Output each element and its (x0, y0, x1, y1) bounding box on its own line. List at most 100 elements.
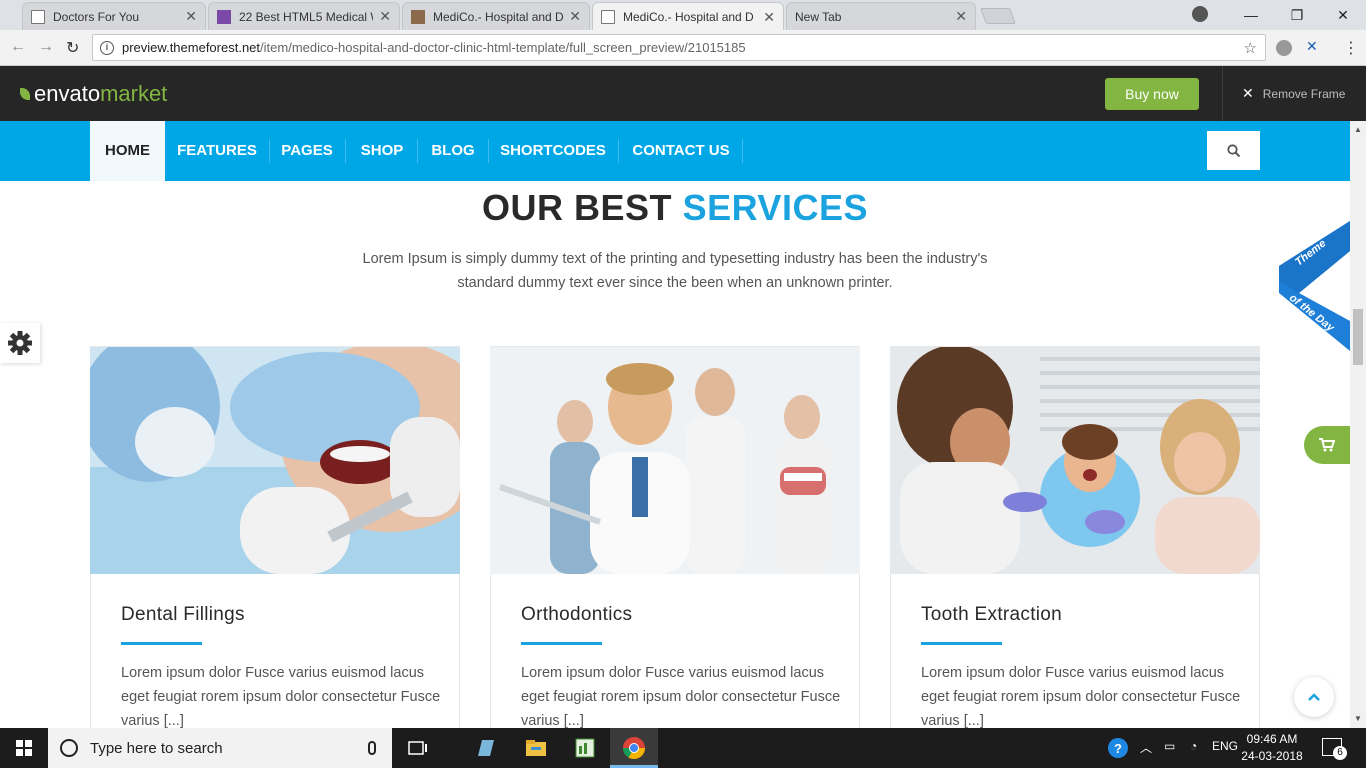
scroll-up-arrow-icon[interactable]: ▲ (1354, 125, 1362, 134)
nav-separator (269, 139, 270, 163)
start-button[interactable] (0, 728, 48, 768)
cart-button[interactable] (1304, 426, 1350, 464)
help-icon[interactable]: ? (1104, 734, 1132, 762)
restore-icon[interactable]: ❐ (1274, 0, 1320, 30)
tab-title: 22 Best HTML5 Medical W (239, 9, 374, 24)
back-arrow-icon[interactable]: ← (10, 38, 26, 56)
nav-shortcodes[interactable]: SHORTCODES (490, 121, 616, 181)
tab-close-icon[interactable]: ✕ (185, 8, 197, 25)
title-underline (121, 642, 202, 645)
taskbar-search-input[interactable]: Type here to search (48, 728, 392, 768)
tab-close-icon[interactable]: ✕ (569, 8, 581, 25)
cortana-icon (60, 739, 78, 757)
scroll-down-arrow-icon[interactable]: ▼ (1354, 714, 1362, 723)
site-viewport: HOME FEATURES PAGES SHOP BLOG SHORTCODES… (0, 121, 1350, 728)
chrome-icon (623, 737, 645, 759)
clock-date: 24-03-2018 (1241, 749, 1303, 763)
browser-tab-3[interactable]: MediCo.- Hospital and D ✕ (402, 2, 590, 30)
page-scrollbar[interactable]: ▲ ▼ (1350, 121, 1366, 728)
nav-shop[interactable]: SHOP (347, 121, 417, 181)
new-tab-button[interactable] (980, 8, 1016, 24)
svg-text:?: ? (1114, 741, 1122, 756)
chrome-menu-icon[interactable]: ⋮ (1343, 38, 1359, 58)
browser-tab-2[interactable]: 22 Best HTML5 Medical W ✕ (208, 2, 400, 30)
section-subtitle: Lorem Ipsum is simply dummy text of the … (362, 251, 988, 291)
gear-icon (8, 331, 32, 355)
section-title-dark: OUR BEST (482, 187, 673, 228)
service-description: Lorem ipsum dolor Fusce varius euismod l… (921, 665, 1241, 728)
section-title: OUR BEST SERVICES (0, 187, 1350, 229)
page-icon (31, 9, 45, 24)
chrome-taskbar-item-active[interactable] (610, 728, 658, 768)
extension-icon[interactable]: ✕ (1306, 38, 1318, 55)
notification-count-badge: 6 (1333, 746, 1347, 760)
service-title[interactable]: Tooth Extraction (921, 604, 1062, 626)
envato-bar: envato market Buy now ✕ Remove Frame (0, 66, 1366, 121)
microphone-icon[interactable] (368, 741, 376, 755)
child-dentist-photo (890, 347, 1260, 574)
reload-icon[interactable]: ↻ (66, 38, 79, 58)
service-title[interactable]: Dental Fillings (121, 604, 245, 626)
wifi-icon[interactable]: ◔ (1190, 739, 1197, 753)
nav-pages[interactable]: PAGES (271, 121, 343, 181)
site-search-button[interactable] (1207, 131, 1260, 170)
profile-icon[interactable] (1192, 6, 1208, 22)
window-close-icon[interactable]: ✕ (1320, 0, 1366, 30)
title-underline (521, 642, 602, 645)
style-switcher-button[interactable] (0, 323, 40, 363)
medical-team-photo (490, 347, 860, 574)
nav-home[interactable]: HOME (90, 121, 165, 181)
nav-features[interactable]: FEATURES (167, 121, 267, 181)
shopping-cart-icon (1319, 438, 1335, 452)
chevron-up-icon (1308, 693, 1320, 701)
envato-logo[interactable]: envato market (20, 81, 167, 107)
search-placeholder: Type here to search (90, 739, 223, 757)
app-icon[interactable] (472, 734, 500, 762)
service-title[interactable]: Orthodontics (521, 604, 632, 626)
colorlib-icon (217, 9, 231, 24)
nav-separator (742, 139, 743, 163)
browser-tab-1[interactable]: Doctors For You ✕ (22, 2, 206, 30)
extension-icon[interactable] (1276, 40, 1292, 56)
chevron-up-icon[interactable]: ︿ (1140, 739, 1152, 756)
nav-separator (488, 139, 489, 163)
language-indicator[interactable]: ENG (1212, 739, 1238, 753)
info-icon[interactable]: i (100, 40, 114, 55)
service-card-orthodontics[interactable]: Orthodontics Lorem ipsum dolor Fusce var… (490, 346, 860, 728)
service-card-tooth-extraction[interactable]: Tooth Extraction Lorem ipsum dolor Fusce… (890, 346, 1260, 728)
notepad-app-icon[interactable] (571, 734, 599, 762)
buy-now-button[interactable]: Buy now (1105, 78, 1199, 110)
back-to-top-button[interactable] (1294, 677, 1334, 717)
windows-taskbar: Type here to search ? ︿ ▭ ◔ ENG 09:46 AM… (0, 728, 1366, 768)
task-view-icon[interactable] (404, 734, 432, 762)
browser-tab-5[interactable]: New Tab ✕ (786, 2, 976, 30)
logo-word-market: market (100, 81, 168, 106)
nav-separator (417, 139, 418, 163)
battery-icon[interactable]: ▭ (1164, 739, 1175, 753)
url-field[interactable]: i preview.themeforest.net/item/medico-ho… (92, 34, 1266, 61)
image-icon (411, 9, 425, 24)
bookmark-star-icon[interactable]: ☆ (1244, 39, 1257, 57)
service-description: Lorem ipsum dolor Fusce varius euismod l… (521, 665, 841, 728)
remove-frame-link[interactable]: ✕ Remove Frame (1242, 85, 1345, 102)
browser-tab-4-active[interactable]: MediCo.- Hospital and D ✕ (592, 2, 784, 31)
scrollbar-thumb[interactable] (1353, 309, 1363, 365)
logo-word-envato: envato (34, 81, 101, 106)
nav-separator (345, 139, 346, 163)
remove-frame-label: Remove Frame (1262, 86, 1346, 101)
tab-close-icon[interactable]: ✕ (379, 8, 391, 25)
ribbon-badge-icon (1279, 221, 1350, 351)
tab-close-icon[interactable]: ✕ (763, 9, 775, 26)
file-explorer-icon[interactable] (522, 734, 550, 762)
minimize-icon[interactable]: — (1228, 0, 1274, 30)
nav-blog[interactable]: BLOG (419, 121, 487, 181)
nav-separator (618, 139, 619, 163)
forward-arrow-icon[interactable]: → (38, 38, 54, 56)
system-clock[interactable]: 09:46 AM 24-03-2018 (1240, 731, 1304, 765)
theme-of-the-day-ribbon[interactable]: Theme of the Day (1279, 221, 1350, 351)
tab-close-icon[interactable]: ✕ (955, 8, 967, 25)
service-card-dental-fillings[interactable]: Dental Fillings Lorem ipsum dolor Fusce … (90, 346, 460, 728)
tab-title: MediCo.- Hospital and D (433, 9, 564, 24)
dentist-patient-photo (90, 347, 460, 574)
nav-contact-us[interactable]: CONTACT US (620, 121, 742, 181)
